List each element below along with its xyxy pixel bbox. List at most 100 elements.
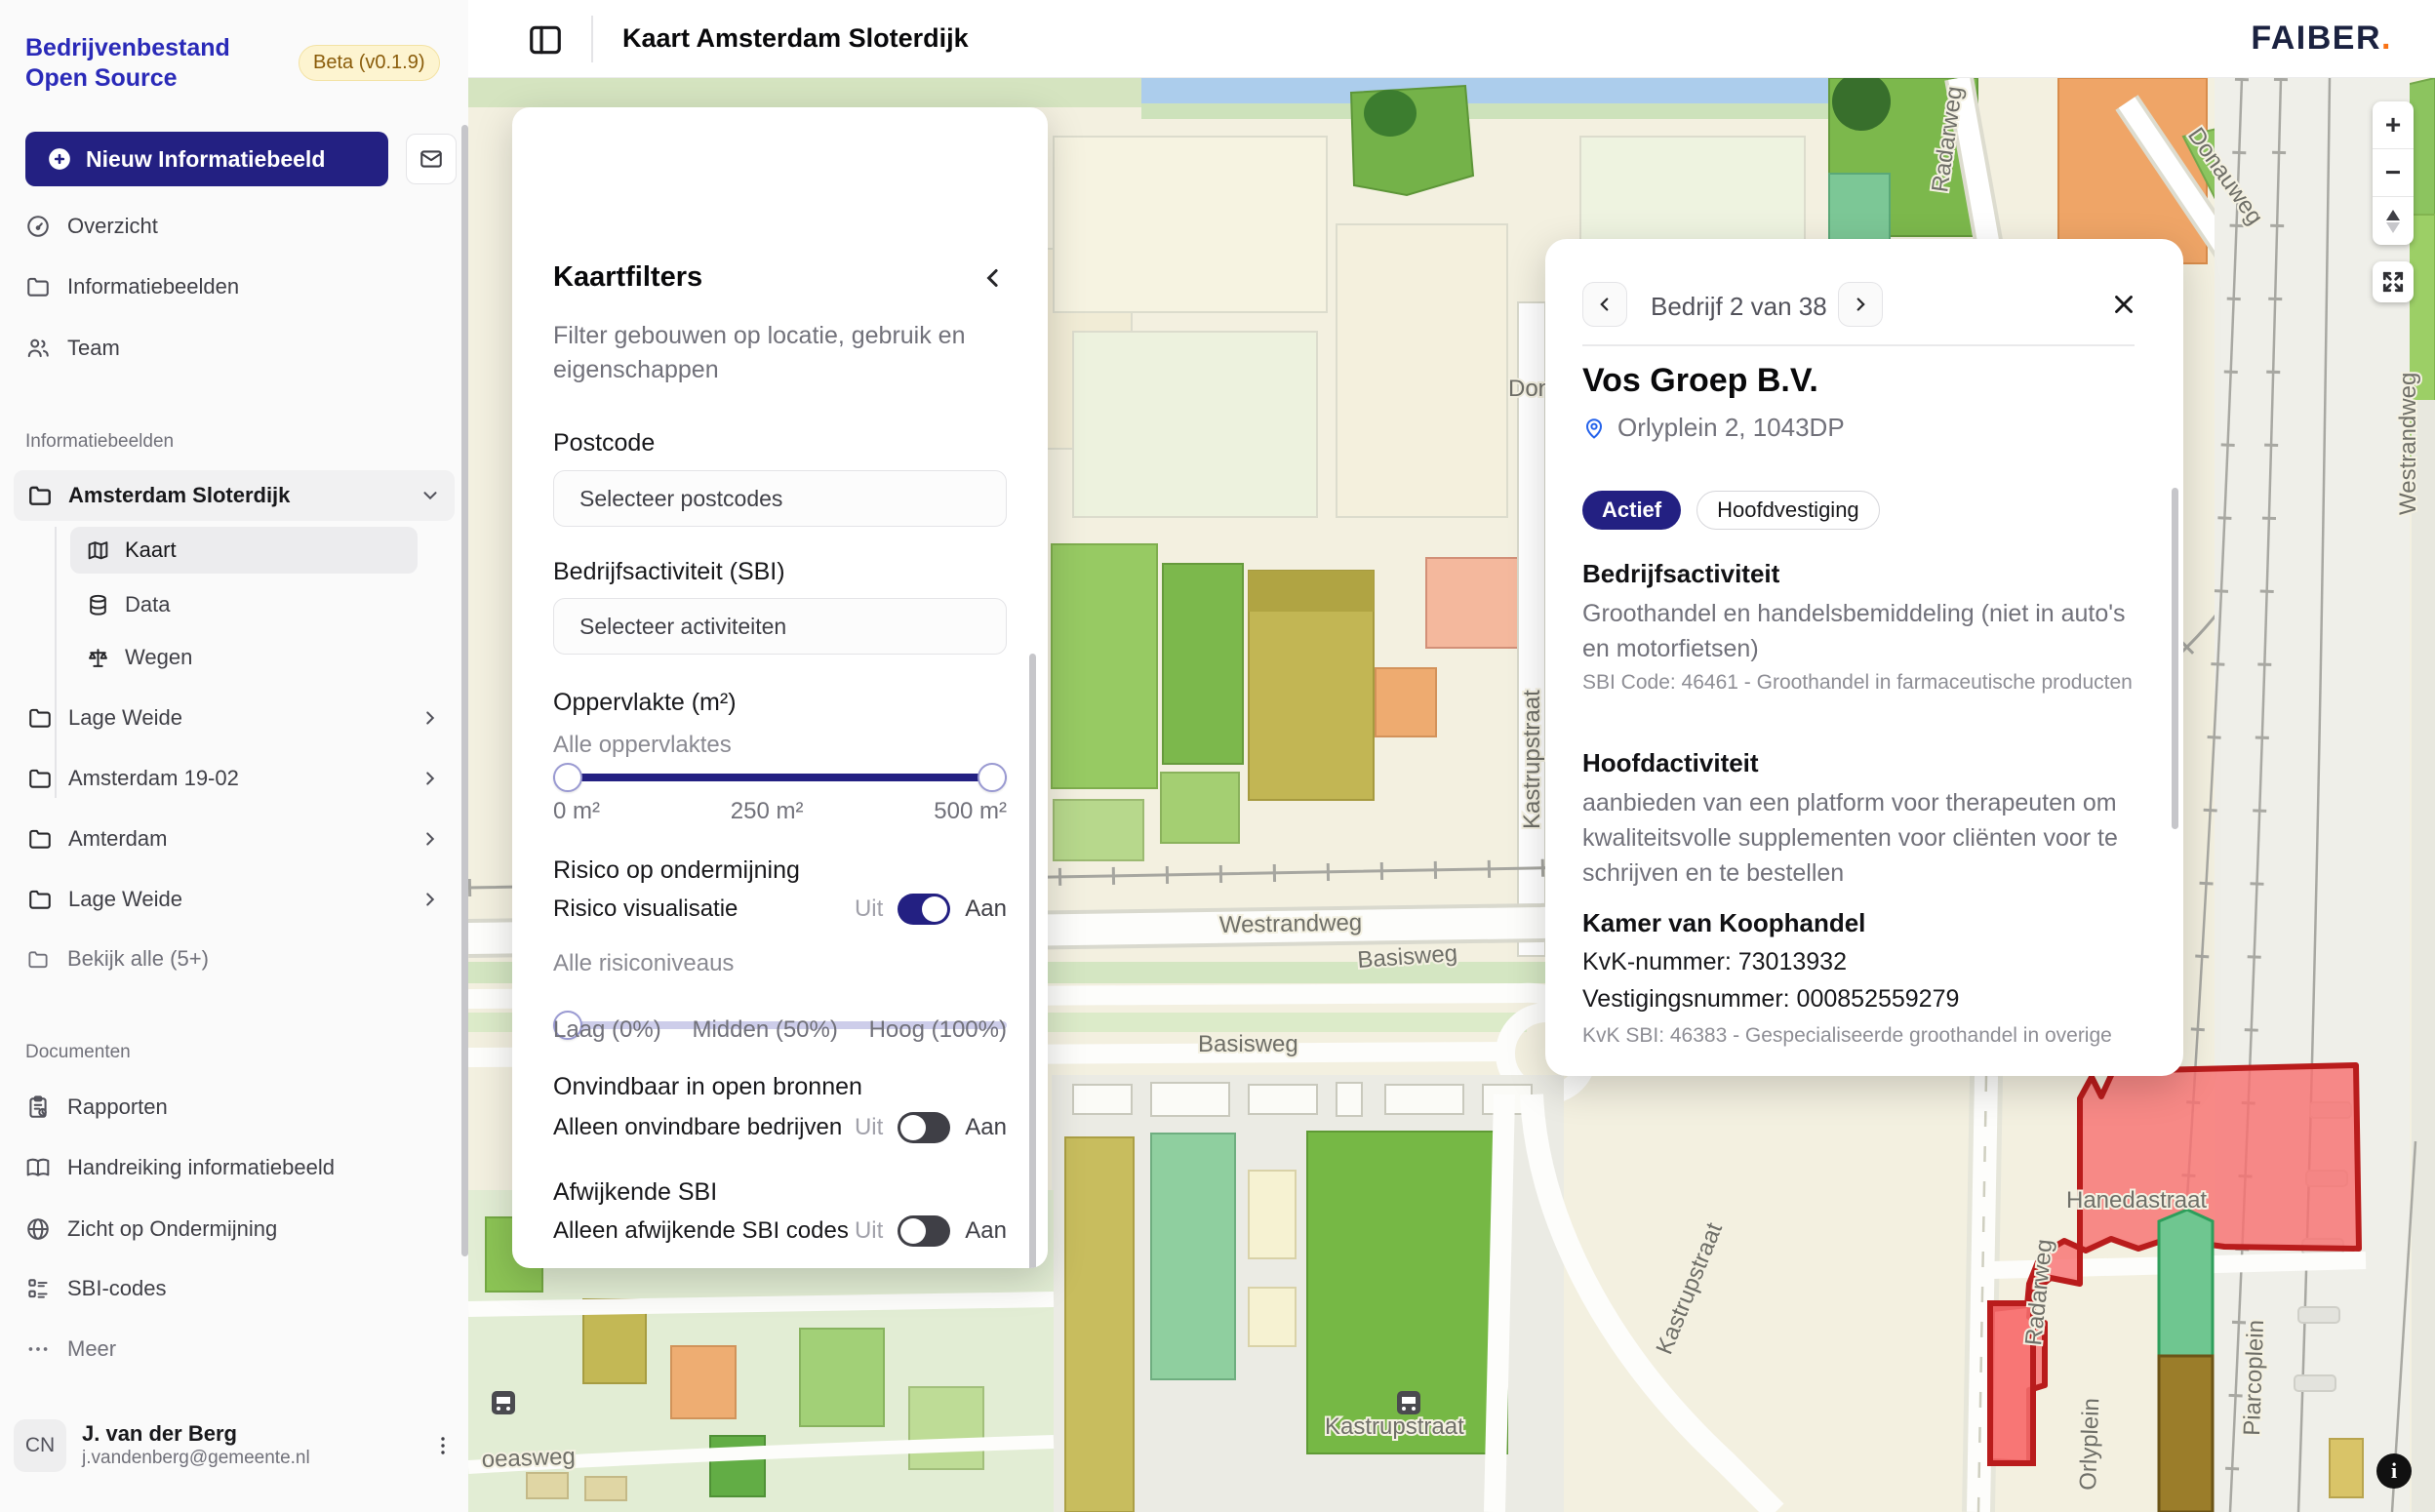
sidebar-item-zicht-op-ondermijning[interactable]: Zicht op Ondermijning [25, 1206, 435, 1253]
section-documenten: Documenten [25, 1042, 131, 1063]
sidebar-folder-lage-weide[interactable]: Lage Weide [14, 693, 455, 743]
avatar: CN [14, 1419, 66, 1472]
risico-slider-label: Alle risiconiveaus [553, 950, 1007, 977]
sidebar-subitem-wegen[interactable]: Wegen [70, 634, 418, 681]
chevron-left-icon [1594, 294, 1616, 315]
mail-icon [419, 146, 444, 172]
compass-button[interactable] [2373, 197, 2414, 245]
chevron-right-icon [419, 707, 441, 729]
users-icon [25, 336, 51, 361]
detail-scrollbar[interactable] [2172, 488, 2178, 829]
postcode-label: Postcode [553, 429, 1007, 458]
kvk-heading: Kamer van Koophandel [1582, 908, 2135, 938]
filters-title: Kaartfilters [553, 261, 1007, 294]
street-label: Westrandweg [2395, 373, 2421, 515]
street-label: Orlyplein [2075, 1398, 2104, 1492]
panel-left-icon [527, 21, 564, 59]
user-profile[interactable]: CN J. van der Berg j.vandenberg@gemeente… [14, 1413, 455, 1479]
filters-scrollbar[interactable] [1029, 654, 1036, 1268]
bedrijfsactiviteit-heading: Bedrijfsactiviteit [1582, 559, 2135, 589]
company-detail-panel: Bedrijf 2 van 38 Vos Groep B.V. Orlyplei… [1545, 239, 2183, 1076]
afwijkend-toggle[interactable] [898, 1215, 950, 1247]
sidebar-folder-amterdam[interactable]: Amterdam [14, 814, 455, 864]
slider-handle-min[interactable] [553, 763, 582, 792]
postcode-input[interactable] [553, 470, 1007, 527]
map-zoom-controls: + − [2373, 101, 2414, 245]
compass-icon [2381, 208, 2405, 235]
sidebar-scrollbar[interactable] [461, 125, 468, 1256]
sidebar-item-meer[interactable]: Meer [25, 1326, 435, 1373]
info-icon: i [2391, 1458, 2397, 1484]
oppervlakte-scale: 0 m² 250 m² 500 m² [553, 798, 1007, 825]
street-label: Piarcoplein [2239, 1320, 2269, 1437]
street-label: Kastrupstraat [1325, 1413, 1464, 1440]
sidebar-folder-amsterdam-sloterdijk[interactable]: Amsterdam Sloterdijk [14, 470, 455, 521]
sidebar-folder-lage-weide-2[interactable]: Lage Weide [14, 874, 455, 925]
hoofdactiviteit-heading: Hoofdactiviteit [1582, 748, 2135, 778]
kvk-vestigingsnummer: Vestigingsnummer: 000852559279 [1582, 980, 2135, 1017]
street-label: Hanedastraat [2066, 1187, 2207, 1214]
company-name: Vos Groep B.V. [1582, 362, 2135, 400]
map-building-green-tall [2159, 1210, 2213, 1356]
chevron-right-icon [419, 828, 441, 850]
folder-icon [27, 766, 53, 791]
page-title: Kaart Amsterdam Sloterdijk [622, 23, 969, 54]
sidebar-item-sbi-codes[interactable]: SBI-codes [25, 1265, 435, 1312]
onvindbaar-toggle[interactable] [898, 1112, 950, 1143]
slider-handle-max[interactable] [978, 763, 1007, 792]
map-info-button[interactable]: i [2376, 1453, 2412, 1489]
new-button-label: Nieuw Informatiebeeld [86, 146, 325, 173]
header-divider [591, 16, 593, 62]
folder-icon [25, 948, 51, 971]
sidebar-item-bekijk-alle[interactable]: Bekijk alle (5+) [25, 935, 435, 982]
sbi-input[interactable] [553, 598, 1007, 655]
collapse-panel-button[interactable] [978, 263, 1008, 293]
risico-toggle[interactable] [898, 894, 950, 925]
fullscreen-button[interactable] [2373, 261, 2414, 302]
sidebar-item-rapporten[interactable]: Rapporten [25, 1084, 435, 1131]
zoom-out-button[interactable]: − [2373, 149, 2414, 197]
sidebar-subitem-data[interactable]: Data [70, 581, 418, 628]
oppervlakte-label: Oppervlakte (m²) [553, 689, 1007, 717]
prev-company-button[interactable] [1582, 282, 1627, 327]
folder-icon [27, 705, 53, 731]
new-informatiebeeld-button[interactable]: Nieuw Informatiebeeld [25, 132, 388, 186]
company-address: Orlyplein 2, 1043DP [1582, 413, 2135, 443]
oppervlakte-slider [553, 763, 1007, 792]
risico-toggle-row: Risico visualisatie Uit Aan [553, 894, 1007, 925]
street-label: Kastrupstraat [1519, 690, 1545, 829]
sidebar-item-handreiking[interactable]: Handreiking informatiebeeld [25, 1144, 435, 1191]
map-pin-icon [1582, 417, 1606, 440]
folder-icon [25, 274, 51, 299]
plus-circle-icon [47, 146, 72, 172]
street-label: oeasweg [481, 1444, 576, 1473]
gauge-icon [25, 214, 51, 239]
sidebar-folder-amsterdam-19-02[interactable]: Amsterdam 19-02 [14, 753, 455, 804]
onvindbaar-toggle-row: Alleen onvindbare bedrijven Uit Aan [553, 1112, 1007, 1143]
close-panel-button[interactable] [2109, 290, 2138, 319]
sidebar-toggle-button[interactable] [527, 21, 564, 59]
sidebar-subitem-kaart[interactable]: Kaart [70, 527, 418, 574]
zoom-in-button[interactable]: + [2373, 101, 2414, 149]
mail-button[interactable] [406, 134, 457, 184]
transit-icon [1397, 1391, 1420, 1414]
sidebar-item-overzicht[interactable]: Overzicht [25, 203, 435, 250]
next-company-button[interactable] [1838, 282, 1883, 327]
afwijkend-toggle-row: Alleen afwijkende SBI codes Uit Aan [553, 1215, 1007, 1247]
kebab-menu-icon[interactable] [431, 1434, 455, 1457]
kvk-sbi: KvK SBI: 46383 - Gespecialiseerde grooth… [1582, 1021, 2135, 1050]
bedrijfsactiviteit-text: Groothandel en handelsbemiddeling (niet … [1582, 596, 2135, 666]
onvindbaar-label: Onvindbaar in open bronnen [553, 1073, 1007, 1101]
user-email: j.vandenberg@gemeente.nl [82, 1447, 310, 1470]
kvk-nummer: KvK-nummer: 73013932 [1582, 943, 2135, 980]
risico-label: Risico op ondermijning [553, 856, 1007, 885]
type-badge: Hoofdvestiging [1697, 491, 1880, 530]
folder-icon [27, 887, 53, 912]
list-icon [25, 1276, 51, 1301]
sidebar: BedrijvenbestandOpen Source Beta (v0.1.9… [0, 0, 468, 1512]
sidebar-item-informatiebeelden[interactable]: Informatiebeelden [25, 263, 435, 310]
status-badge: Actief [1582, 491, 1681, 530]
sidebar-item-team[interactable]: Team [25, 325, 435, 372]
chevron-right-icon [419, 889, 441, 910]
faiber-logo: FAIBER. [2251, 20, 2392, 58]
